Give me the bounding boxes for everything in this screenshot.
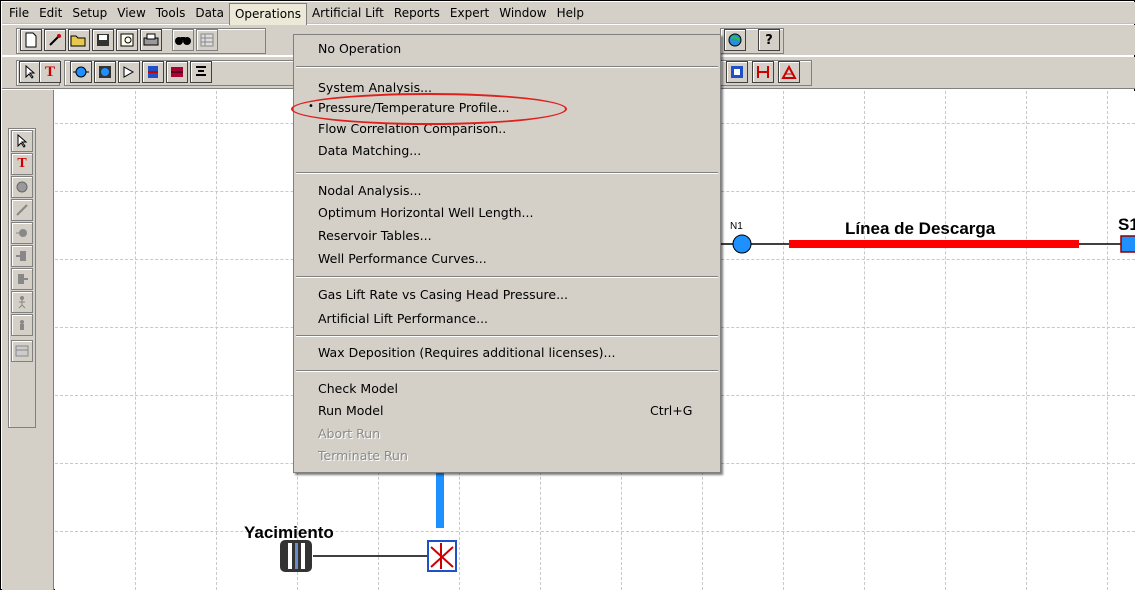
junction-icon[interactable] bbox=[118, 61, 140, 83]
valve-tool-icon[interactable] bbox=[11, 314, 33, 336]
pump-icon[interactable] bbox=[190, 61, 212, 83]
table-tool-icon[interactable] bbox=[11, 340, 33, 362]
new-file-icon[interactable] bbox=[20, 29, 42, 51]
menu-window[interactable]: Window bbox=[494, 3, 551, 23]
sink-s1-label: S1 bbox=[1118, 215, 1135, 234]
menu-item-optimum-horizontal-well-length[interactable]: Optimum Horizontal Well Length... bbox=[318, 205, 533, 220]
chart-icon[interactable] bbox=[778, 61, 800, 83]
node-n1-label: N1 bbox=[730, 221, 743, 232]
pointer-tool-icon[interactable] bbox=[11, 130, 33, 152]
flowline-icon[interactable] bbox=[142, 61, 164, 83]
text-tool-icon[interactable]: T bbox=[39, 61, 61, 83]
menu-item-data-matching[interactable]: Data Matching... bbox=[318, 143, 421, 158]
text-tool-glyph: T bbox=[44, 63, 55, 80]
menu-edit[interactable]: Edit bbox=[34, 3, 67, 23]
menu-item-nodal-analysis[interactable]: Nodal Analysis... bbox=[318, 183, 421, 198]
reservoir-icon bbox=[280, 540, 312, 572]
menu-item-wax-deposition[interactable]: Wax Deposition (Requires additional lice… bbox=[318, 345, 615, 360]
menu-item-run-model[interactable]: Run Model bbox=[318, 403, 383, 418]
menu-item-reservoir-tables[interactable]: Reservoir Tables... bbox=[318, 228, 432, 243]
text-tool-icon[interactable]: T bbox=[11, 153, 33, 175]
menu-separator bbox=[296, 172, 718, 174]
print-icon[interactable] bbox=[140, 29, 162, 51]
injection-tool-icon[interactable] bbox=[11, 245, 33, 267]
menu-separator bbox=[296, 66, 718, 68]
menu-expert[interactable]: Expert bbox=[445, 3, 494, 23]
menu-item-well-performance-curves[interactable]: Well Performance Curves... bbox=[318, 251, 487, 266]
wellhead-icon bbox=[427, 540, 457, 572]
person-tool-icon[interactable] bbox=[11, 291, 33, 313]
well-tool-icon[interactable] bbox=[11, 199, 33, 221]
element-toolbar: T bbox=[2, 90, 54, 590]
print-preview-icon[interactable] bbox=[116, 29, 138, 51]
source-tool-icon[interactable] bbox=[11, 176, 33, 198]
source-icon[interactable] bbox=[70, 61, 92, 83]
sink-s1-icon bbox=[1120, 235, 1135, 253]
menu-reports[interactable]: Reports bbox=[389, 3, 445, 23]
menu-item-terminate-run: Terminate Run bbox=[318, 448, 408, 463]
text-tool-glyph: T bbox=[17, 156, 27, 171]
open-folder-icon[interactable] bbox=[68, 29, 90, 51]
menu-artificial-lift[interactable]: Artificial Lift bbox=[307, 3, 389, 23]
menu-separator bbox=[296, 276, 718, 278]
menu-tools[interactable]: Tools bbox=[151, 3, 191, 23]
riser-line bbox=[436, 472, 444, 528]
report-icon[interactable] bbox=[726, 61, 748, 83]
node-n1-icon bbox=[732, 234, 752, 254]
menu-separator bbox=[296, 335, 718, 337]
menu-item-abort-run: Abort Run bbox=[318, 426, 381, 441]
menu-item-check-model[interactable]: Check Model bbox=[318, 381, 398, 396]
menu-operations[interactable]: Operations bbox=[228, 2, 307, 25]
binoculars-icon[interactable] bbox=[172, 29, 194, 51]
highlight-ellipse bbox=[291, 93, 567, 125]
globe-icon[interactable] bbox=[724, 29, 746, 51]
sink-icon[interactable] bbox=[94, 61, 116, 83]
pointer-icon[interactable] bbox=[19, 61, 41, 83]
menu-help[interactable]: Help bbox=[552, 3, 589, 23]
choke-icon[interactable] bbox=[166, 61, 188, 83]
run-model-shortcut: Ctrl+G bbox=[650, 403, 693, 418]
sink-tool-icon[interactable] bbox=[11, 222, 33, 244]
help-glyph: ? bbox=[765, 32, 773, 48]
menu-setup[interactable]: Setup bbox=[67, 3, 112, 23]
menu-data[interactable]: Data bbox=[190, 3, 229, 23]
grid-icon[interactable] bbox=[196, 29, 218, 51]
menu-item-no-operation[interactable]: No Operation bbox=[318, 41, 401, 56]
help-icon[interactable]: ? bbox=[758, 29, 780, 51]
production-tool-icon[interactable] bbox=[11, 268, 33, 290]
flowline-linea-de-descarga bbox=[789, 240, 1079, 248]
menu-bar: File Edit Setup View Tools Data Operatio… bbox=[2, 2, 1135, 25]
menu-file[interactable]: File bbox=[4, 3, 34, 23]
menu-item-artificial-lift-performance[interactable]: Artificial Lift Performance... bbox=[318, 311, 488, 326]
marker-icon[interactable] bbox=[752, 61, 774, 83]
menu-separator bbox=[296, 370, 718, 372]
reservoir-label: Yacimiento bbox=[244, 523, 334, 542]
application-window: File Edit Setup View Tools Data Operatio… bbox=[0, 0, 1135, 590]
save-icon[interactable] bbox=[92, 29, 114, 51]
menu-view[interactable]: View bbox=[112, 3, 150, 23]
menu-item-gas-lift-rate-vs-casing-head-pressure[interactable]: Gas Lift Rate vs Casing Head Pressure... bbox=[318, 287, 568, 302]
wand-icon[interactable] bbox=[44, 29, 66, 51]
flowline-label: Línea de Descarga bbox=[845, 219, 996, 238]
